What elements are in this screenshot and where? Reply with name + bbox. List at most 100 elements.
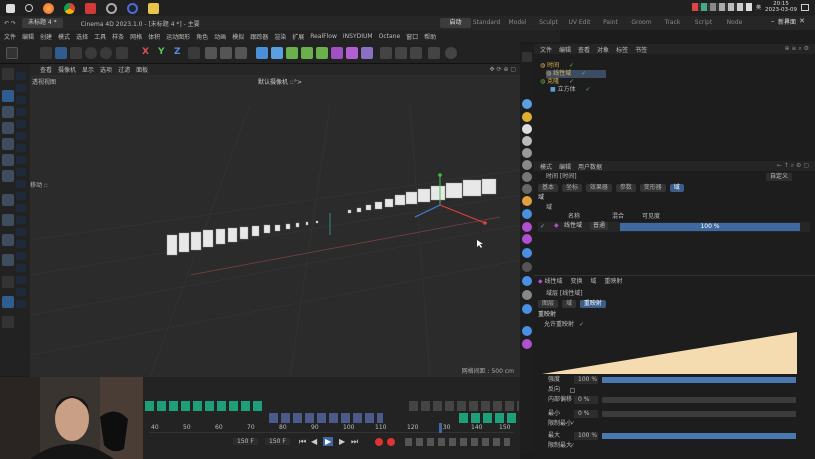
param-value-input[interactable]: 100 % (574, 432, 598, 440)
viewport-nav-icons[interactable]: ✥ ⟳ ⊕ ▢ (490, 66, 516, 73)
select-arrow-icon[interactable] (40, 47, 52, 59)
firefox-icon[interactable] (43, 2, 54, 14)
menu-realflow[interactable]: RealFlow (310, 33, 337, 40)
close-icon[interactable]: ✕ (799, 17, 805, 25)
layout-tab-standard[interactable]: Standard (471, 18, 502, 28)
layout-tab-paint[interactable]: Paint (595, 18, 626, 28)
visible-check-icon[interactable]: ✓ (581, 70, 586, 77)
texture-mode-icon[interactable] (2, 106, 14, 118)
rotate-alt-icon[interactable] (100, 47, 112, 59)
lf-subtab-field[interactable]: 域 (561, 300, 576, 308)
symmetry-icon[interactable] (428, 47, 440, 59)
search-icon[interactable] (25, 4, 33, 12)
deform-icon[interactable] (522, 248, 532, 258)
layout-tab-track[interactable]: Track (657, 18, 688, 28)
deformer-icon[interactable] (316, 47, 328, 59)
menu-volume[interactable]: 体积 (148, 32, 160, 41)
param-checkbox[interactable]: ✓ (570, 442, 575, 450)
light-icon[interactable] (522, 112, 532, 122)
enable-remap-checkbox[interactable]: ✓ (579, 321, 584, 328)
menu-tracker[interactable]: 跟踪器 (250, 32, 268, 41)
sky-icon[interactable] (522, 124, 532, 134)
menu-edit[interactable]: 编辑 (22, 32, 34, 41)
keyframe-tools-icons[interactable] (405, 438, 510, 446)
end-frame-field[interactable]: 150 F (265, 438, 290, 445)
subtab-basic[interactable]: 基本 (538, 184, 559, 192)
layout-tab-sculpt[interactable]: Sculpt (533, 18, 564, 28)
undo-icon[interactable] (6, 47, 18, 59)
obj-tab-tags[interactable]: 标签 (616, 45, 628, 54)
clock[interactable]: 20:15 2023-03-09 (765, 1, 797, 13)
obj-tab-file[interactable]: 文件 (540, 45, 552, 54)
visible-check-icon[interactable]: ✓ (586, 86, 591, 93)
subtab-fields[interactable]: 域 (669, 184, 684, 192)
viewport-menu-cameras[interactable]: 摄像机 (58, 65, 76, 74)
subtab-deformer[interactable]: 变形器 (639, 184, 666, 192)
bulb-icon[interactable] (522, 326, 532, 336)
tag-icon[interactable] (522, 234, 532, 244)
render-region-icon[interactable] (205, 47, 217, 59)
menu-mode[interactable]: 模式 (58, 32, 70, 41)
remap-curve-graph[interactable] (542, 330, 797, 374)
cloner-icon[interactable] (301, 47, 313, 59)
object-row[interactable]: ■ 立方体 ✓ (550, 86, 591, 94)
attr-mode-dropdown[interactable]: 自定义 (766, 173, 793, 181)
param-value-input[interactable]: 0 % (574, 396, 598, 404)
material-icon[interactable] (522, 99, 532, 109)
start-frame-field[interactable]: 150 F (233, 438, 258, 445)
menu-insydium[interactable]: INSYDIUM (343, 33, 373, 40)
sphere-icon[interactable] (522, 148, 532, 158)
globe-icon[interactable] (522, 184, 532, 194)
effector-icon[interactable] (522, 209, 532, 219)
point-mode-icon[interactable] (2, 138, 14, 150)
environment-icon[interactable] (522, 172, 532, 182)
param-value-input[interactable]: 0 % (574, 410, 598, 418)
next-frame-icon[interactable]: ▶ (339, 437, 345, 446)
stage-icon[interactable] (522, 196, 532, 206)
lf-subtab-remap[interactable]: 重映射 (579, 300, 606, 308)
lf-subtab-layer[interactable]: 图层 (538, 300, 559, 308)
app-red-icon[interactable] (85, 2, 96, 14)
background-icon[interactable] (522, 160, 532, 170)
attr-tab-edit[interactable]: 编辑 (559, 162, 571, 171)
edge-mode-icon[interactable] (2, 154, 14, 166)
document-tab[interactable]: 未标题 4 * (22, 18, 63, 28)
obj-header-icons[interactable]: ⊕ ≡ ⌕ ⚙ (784, 45, 809, 53)
layout-tab-uvedit[interactable]: UV Edit (564, 18, 595, 28)
field-icon[interactable] (331, 47, 343, 59)
visible-check-icon[interactable]: ✓ (569, 78, 574, 85)
axis-x-button[interactable]: X (142, 47, 149, 57)
render-settings-icon[interactable] (235, 47, 247, 59)
hair-icon[interactable] (522, 290, 532, 300)
render-view-icon[interactable] (220, 47, 232, 59)
obj-tab-edit[interactable]: 编辑 (559, 45, 571, 54)
param-slider[interactable] (602, 411, 796, 417)
prev-frame-icon[interactable]: ◀ (311, 437, 317, 446)
param-slider[interactable] (602, 433, 796, 439)
undo-view-icon[interactable] (2, 68, 14, 80)
menu-window[interactable]: 窗口 (406, 32, 418, 41)
axis-y-button[interactable]: Y (158, 47, 165, 57)
layout-tab-script[interactable]: Script (688, 18, 719, 28)
scale-icon[interactable] (70, 47, 82, 59)
field-list-row[interactable]: ✓ ◆ 线性域 普通 100 % (538, 222, 810, 232)
undo-icon[interactable]: ↶ ↷ (4, 20, 16, 27)
menu-tools[interactable]: 工具 (94, 32, 106, 41)
playhead[interactable] (439, 423, 442, 433)
brush-icon[interactable] (2, 234, 14, 246)
3d-viewport[interactable]: 默认摄像机 ::°> 透视视图 移动 :: 网格间距 : 500 cm (30, 75, 520, 377)
floor-icon[interactable] (522, 136, 532, 146)
obj-tab-objects[interactable]: 对象 (597, 45, 609, 54)
menu-extensions[interactable]: 扩展 (292, 32, 304, 41)
grid-icon[interactable] (2, 276, 14, 288)
record-icon[interactable] (375, 438, 383, 446)
hash-icon[interactable] (2, 316, 14, 328)
grid-snap-icon[interactable] (380, 47, 392, 59)
param-slider[interactable] (602, 397, 796, 403)
attr-tab-mode[interactable]: 模式 (540, 162, 552, 171)
snap-icon[interactable] (2, 194, 14, 206)
subtab-effector[interactable]: 效果器 (585, 184, 612, 192)
move-icon[interactable] (55, 47, 67, 59)
obj-tab-view[interactable]: 查看 (578, 45, 590, 54)
axis-z-button[interactable]: Z (174, 47, 181, 57)
